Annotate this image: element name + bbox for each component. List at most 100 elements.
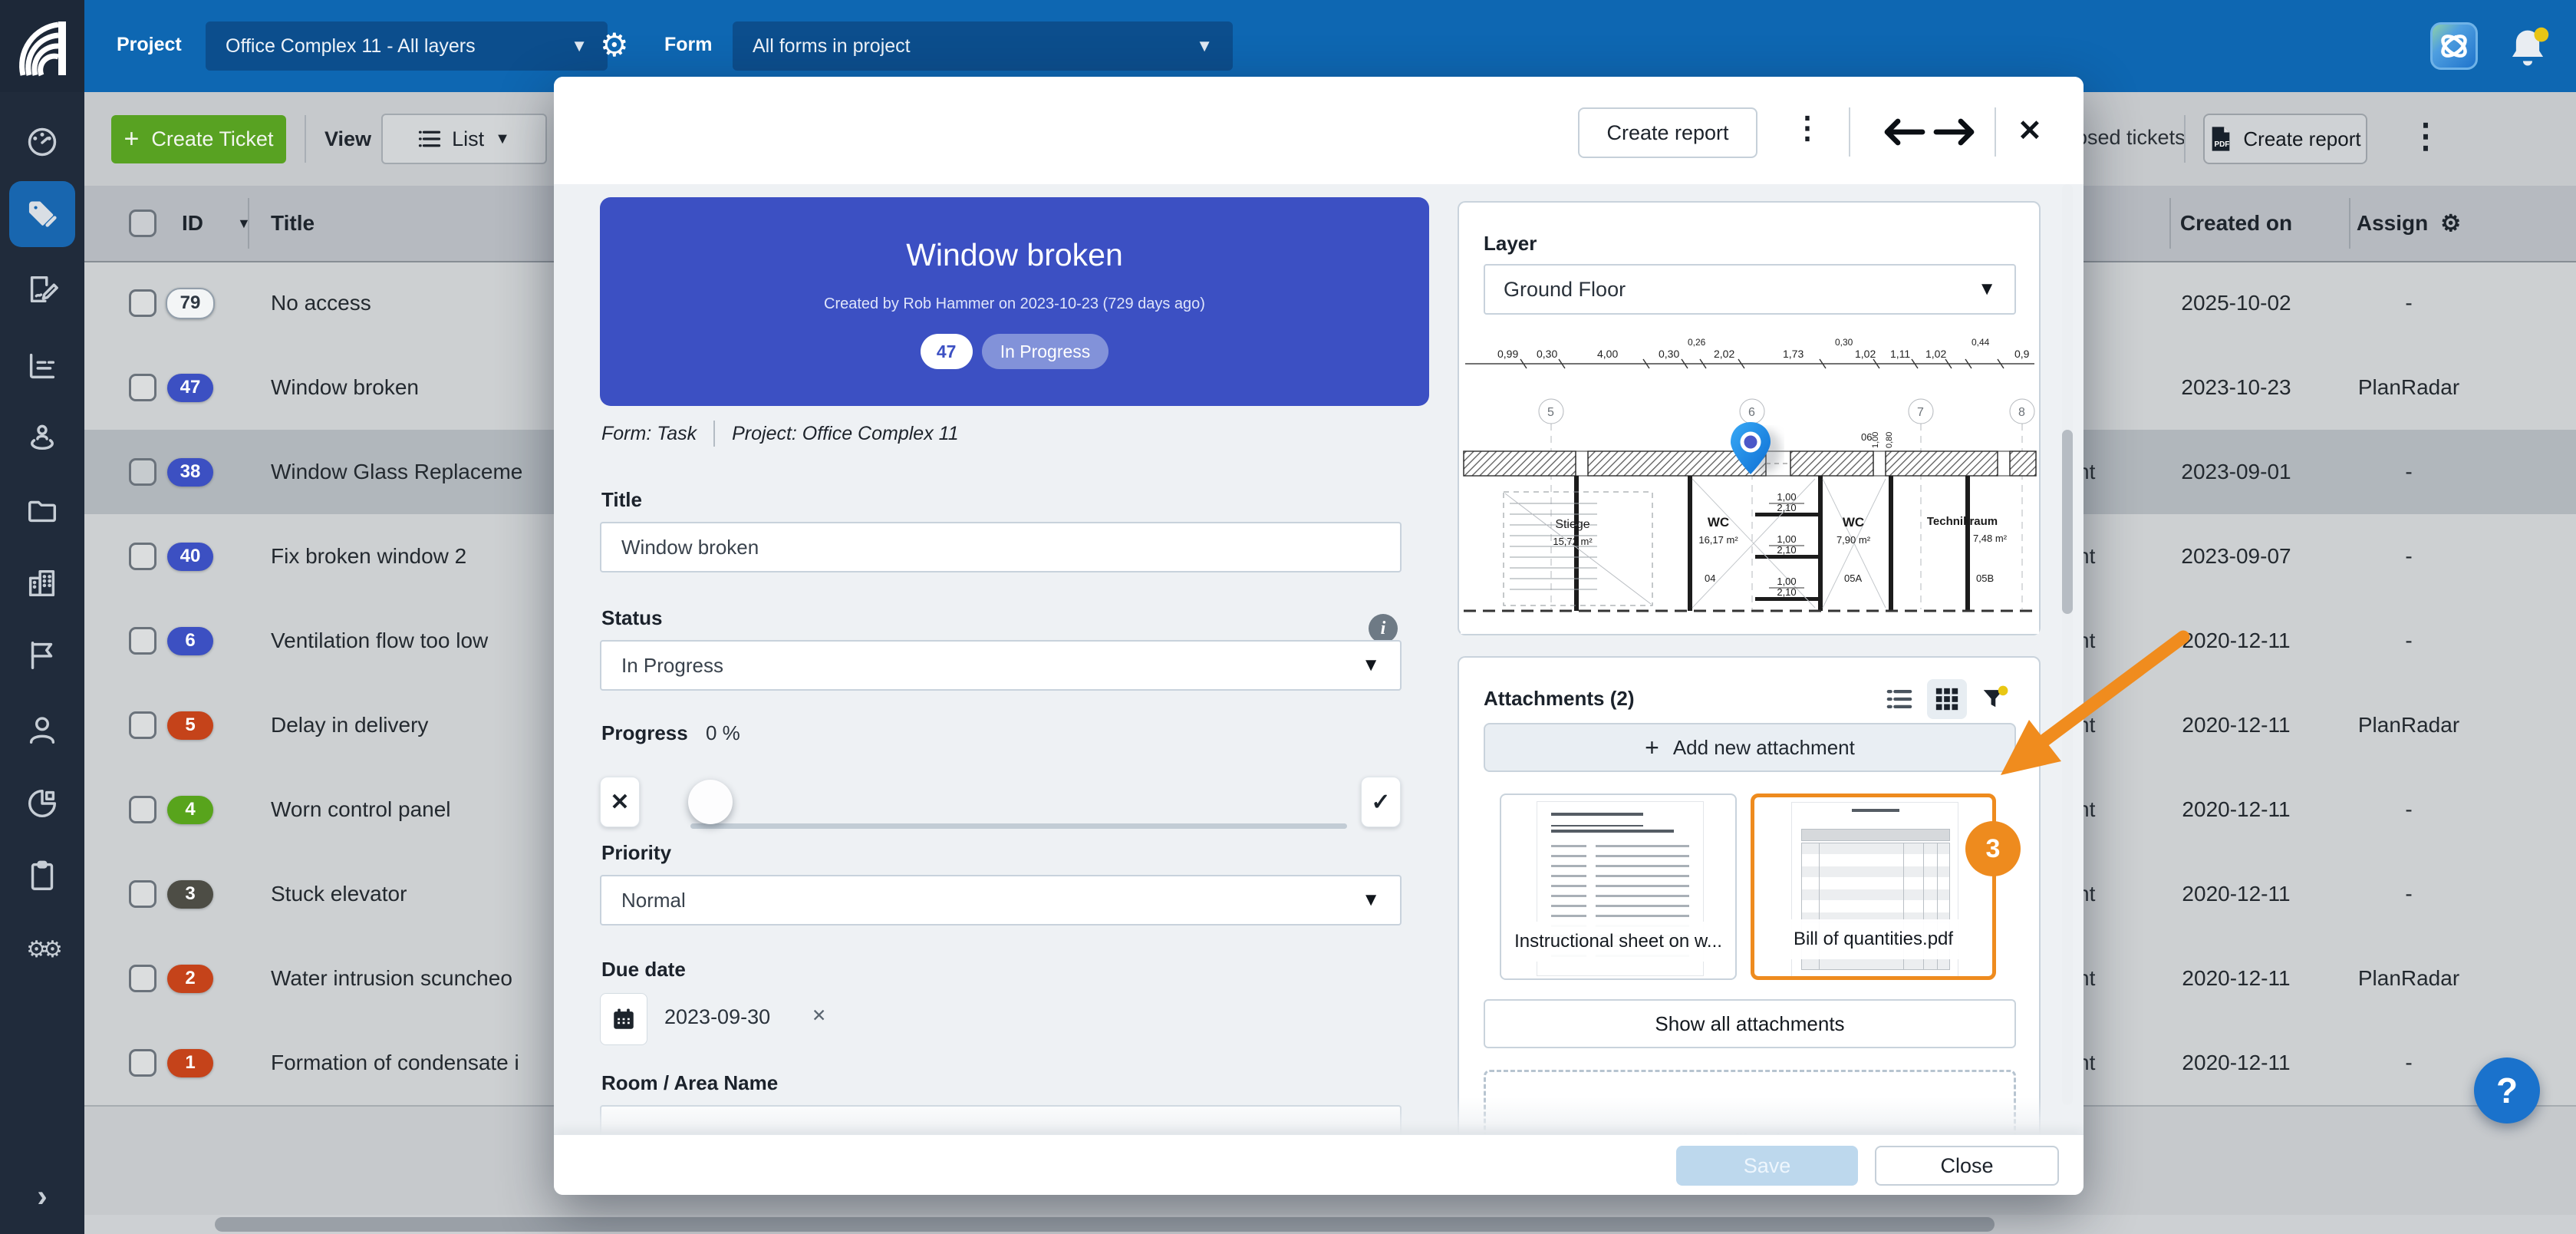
svg-text:7: 7 bbox=[1917, 406, 1924, 419]
title-field-input[interactable]: Window broken bbox=[600, 522, 1402, 572]
attachment-thumbnail[interactable]: Instructional sheet on w... bbox=[1500, 794, 1737, 980]
attachments-filter-icon[interactable] bbox=[1975, 679, 2014, 719]
sidebar-item-flags[interactable] bbox=[9, 622, 75, 688]
sidebar-item-reports[interactable] bbox=[9, 770, 75, 836]
svg-text:1,73: 1,73 bbox=[1783, 348, 1804, 360]
ticket-title: Window broken bbox=[271, 345, 419, 430]
ticket-title: No access bbox=[271, 261, 371, 345]
project-settings-gear-icon[interactable]: ⚙ bbox=[600, 18, 629, 72]
save-button-disabled[interactable]: Save bbox=[1676, 1146, 1858, 1186]
layer-select[interactable]: Ground Floor ▼ bbox=[1484, 264, 2016, 315]
more-options-kebab-icon[interactable]: ⋮ bbox=[2409, 117, 2443, 156]
project-dropdown[interactable]: Office Complex 11 - All layers ▼ bbox=[206, 21, 608, 71]
svg-text:0,9: 0,9 bbox=[2014, 348, 2030, 360]
close-button[interactable]: Close bbox=[1875, 1146, 2059, 1186]
attachment-thumbnail-highlighted[interactable]: Bill of quantities.pdf bbox=[1751, 794, 1996, 980]
ticket-id-badge: 2 bbox=[167, 965, 213, 993]
row-checkbox[interactable] bbox=[129, 458, 156, 486]
row-checkbox[interactable] bbox=[129, 374, 156, 401]
progress-cancel-button[interactable]: ✕ bbox=[600, 777, 640, 827]
calendar-icon bbox=[611, 1006, 637, 1032]
svg-text:1,00: 1,00 bbox=[1777, 491, 1796, 503]
view-label: View bbox=[324, 127, 371, 151]
ticket-form-line: Form: Task bbox=[601, 423, 697, 445]
due-date-calendar-button[interactable] bbox=[600, 993, 647, 1045]
ticket-card-title: Window broken bbox=[600, 237, 1429, 273]
chevron-down-icon: ▼ bbox=[495, 130, 510, 148]
select-all-checkbox[interactable] bbox=[129, 210, 156, 237]
sidebar-item-forms[interactable] bbox=[9, 256, 75, 322]
row-checkbox[interactable] bbox=[129, 796, 156, 823]
show-all-attachments-button[interactable]: Show all attachments bbox=[1484, 999, 2016, 1048]
logo-icon bbox=[12, 11, 72, 81]
form-dropdown[interactable]: All forms in project ▼ bbox=[733, 21, 1233, 71]
priority-select[interactable]: Normal ▼ bbox=[600, 875, 1402, 926]
sidebar-item-contacts[interactable] bbox=[9, 697, 75, 763]
sidebar-item-statistics[interactable] bbox=[9, 333, 75, 399]
create-ticket-button[interactable]: + Create Ticket bbox=[111, 115, 286, 163]
svg-text:05A: 05A bbox=[1844, 572, 1862, 584]
sidebar-item-tickets[interactable] bbox=[9, 181, 75, 247]
sidebar-item-settings[interactable]: ⚙⚙ bbox=[9, 916, 75, 982]
add-new-attachment-button[interactable]: + Add new attachment bbox=[1484, 723, 2016, 772]
progress-slider-track[interactable] bbox=[690, 823, 1347, 829]
help-button[interactable]: ? bbox=[2474, 1057, 2540, 1123]
form-dropdown-value: All forms in project bbox=[753, 35, 911, 58]
progress-confirm-button[interactable]: ✓ bbox=[1361, 777, 1401, 827]
sidebar-item-documents[interactable] bbox=[9, 478, 75, 544]
ticket-id-badge: 1 bbox=[167, 1049, 213, 1077]
status-select[interactable]: In Progress ▼ bbox=[600, 640, 1402, 691]
svg-text:15,72 m²: 15,72 m² bbox=[1553, 536, 1593, 547]
create-report-button-background[interactable]: PDF Create report bbox=[2203, 114, 2367, 164]
column-header-id[interactable]: ID ▼ bbox=[182, 186, 251, 261]
horizontal-scrollbar-thumb[interactable] bbox=[215, 1217, 1995, 1232]
notifications-bell-icon[interactable] bbox=[2502, 23, 2553, 74]
column-header-assign[interactable]: Assign ⚙ bbox=[2294, 186, 2524, 261]
previous-ticket-arrow-icon[interactable] bbox=[1876, 117, 1927, 147]
svg-text:2,02: 2,02 bbox=[1714, 348, 1734, 360]
row-checkbox[interactable] bbox=[129, 627, 156, 655]
sidebar-item-dashboard[interactable] bbox=[9, 109, 75, 175]
row-checkbox[interactable] bbox=[129, 965, 156, 992]
ticket-title: Water intrusion scuncheo bbox=[271, 936, 512, 1021]
progress-slider-handle[interactable] bbox=[688, 780, 733, 824]
attachments-list-view-icon[interactable] bbox=[1879, 679, 1919, 719]
view-list-dropdown[interactable]: List ▼ bbox=[381, 114, 547, 164]
info-icon[interactable]: i bbox=[1369, 614, 1398, 643]
row-checkbox[interactable] bbox=[129, 711, 156, 739]
floor-plan[interactable]: 0,99 0,30 4,00 0,30 2,02 1,73 1,02 1,11 … bbox=[1461, 335, 2039, 634]
modal-close-icon[interactable]: ✕ bbox=[2018, 114, 2042, 148]
sidebar-item-projects[interactable] bbox=[9, 550, 75, 616]
modal-header-divider bbox=[1849, 107, 1850, 157]
ticket-card-id-badge: 47 bbox=[921, 334, 973, 369]
ticket-id-badge: 40 bbox=[167, 543, 213, 571]
row-checkbox[interactable] bbox=[129, 543, 156, 570]
modal-scrollbar-thumb[interactable] bbox=[2062, 430, 2073, 614]
ticket-assign: - bbox=[2294, 514, 2524, 599]
closed-tickets-label-fragment[interactable]: osed tickets bbox=[2076, 126, 2186, 150]
column-settings-gear-icon[interactable]: ⚙ bbox=[2440, 210, 2461, 237]
ticket-title: Delay in delivery bbox=[271, 683, 428, 767]
planradar-logo[interactable] bbox=[0, 0, 84, 92]
column-header-title[interactable]: Title bbox=[271, 186, 315, 261]
apps-icon[interactable] bbox=[2430, 22, 2478, 70]
row-checkbox[interactable] bbox=[129, 1049, 156, 1077]
sidebar-item-site-presence[interactable] bbox=[9, 404, 75, 470]
dashboard-icon bbox=[25, 124, 60, 160]
sidebar-item-tasks[interactable] bbox=[9, 843, 75, 909]
attachments-grid-view-icon[interactable] bbox=[1927, 679, 1967, 719]
chevron-down-icon: ▼ bbox=[1362, 655, 1380, 676]
room-field-label: Room / Area Name bbox=[601, 1071, 778, 1095]
chart-icon bbox=[25, 348, 60, 384]
next-ticket-arrow-icon[interactable] bbox=[1932, 117, 1982, 147]
due-date-clear-icon[interactable]: ✕ bbox=[812, 1005, 826, 1026]
view-list-value: List bbox=[452, 127, 484, 151]
modal-more-options-kebab-icon[interactable]: ⋮ bbox=[1792, 111, 1823, 146]
modal-create-report-button[interactable]: Create report bbox=[1578, 107, 1757, 158]
attachments-title: Attachments (2) bbox=[1484, 687, 1634, 711]
attachment-name: Bill of quantities.pdf bbox=[1762, 919, 1985, 959]
row-checkbox[interactable] bbox=[129, 289, 156, 317]
sidebar-expand-button[interactable]: › bbox=[9, 1163, 75, 1229]
create-ticket-label: Create Ticket bbox=[151, 127, 273, 151]
row-checkbox[interactable] bbox=[129, 880, 156, 908]
